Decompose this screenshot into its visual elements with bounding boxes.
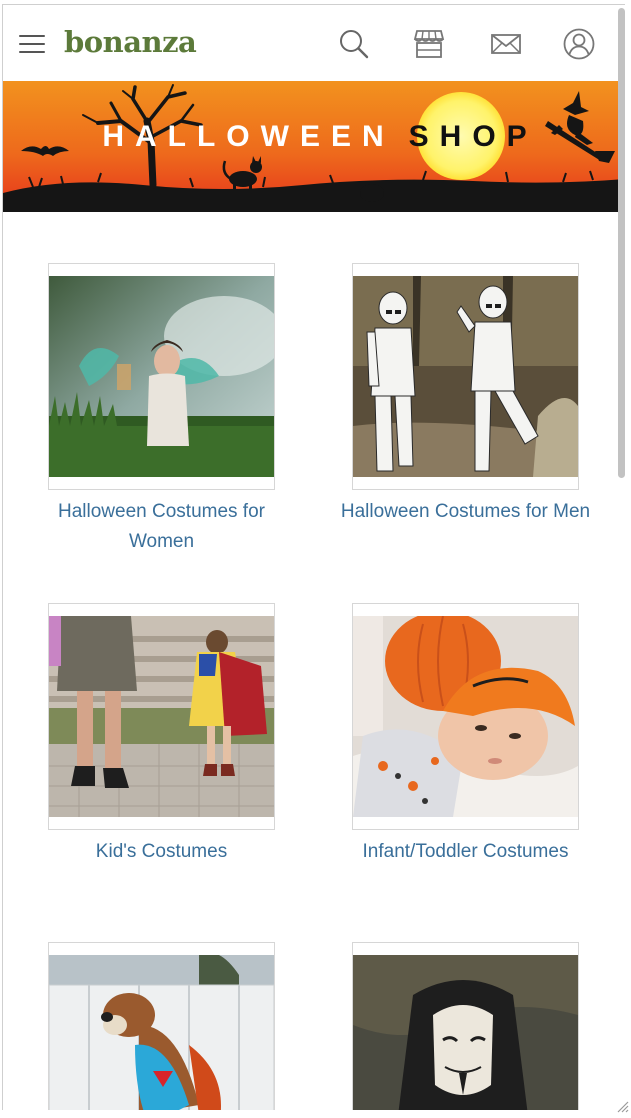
menu-icon[interactable]	[19, 35, 45, 55]
category-image-infant-toddler[interactable]	[353, 616, 578, 817]
account-icon[interactable]	[562, 27, 596, 61]
category-label-kids[interactable]: Kid's Costumes	[28, 837, 295, 867]
category-image-frame	[352, 263, 579, 490]
category-image-frame	[48, 603, 275, 830]
search-icon[interactable]	[337, 27, 371, 61]
page-frame: bonanza HALLOWEEN SHOP Halloween Costume…	[2, 4, 625, 1110]
storefront-icon[interactable]	[412, 27, 446, 61]
top-header: bonanza	[3, 5, 625, 81]
category-label-infant-toddler[interactable]: Infant/Toddler Costumes	[332, 837, 599, 867]
category-image-frame	[48, 263, 275, 490]
category-image-men[interactable]	[353, 276, 578, 477]
category-label-men[interactable]: Halloween Costumes for Men	[332, 497, 599, 527]
vertical-scrollbar[interactable]	[618, 6, 627, 1102]
halloween-banner[interactable]: HALLOWEEN SHOP	[3, 81, 625, 212]
category-image-mask[interactable]	[353, 955, 578, 1110]
banner-title: HALLOWEEN SHOP	[3, 117, 625, 157]
category-image-frame	[352, 942, 579, 1110]
category-image-kids[interactable]	[49, 616, 274, 817]
category-image-women[interactable]	[49, 276, 274, 477]
category-image-dog[interactable]	[49, 955, 274, 1110]
site-logo[interactable]: bonanza	[64, 25, 197, 59]
resize-grip-icon[interactable]	[613, 1097, 629, 1113]
banner-title-word-2: SHOP	[408, 120, 538, 153]
scrollbar-thumb[interactable]	[618, 8, 625, 478]
category-image-frame	[48, 942, 275, 1110]
category-image-frame	[352, 603, 579, 830]
mail-icon[interactable]	[489, 27, 523, 61]
banner-title-word-1: HALLOWEEN	[102, 120, 395, 153]
category-label-women[interactable]: Halloween Costumes for Women	[28, 497, 295, 557]
